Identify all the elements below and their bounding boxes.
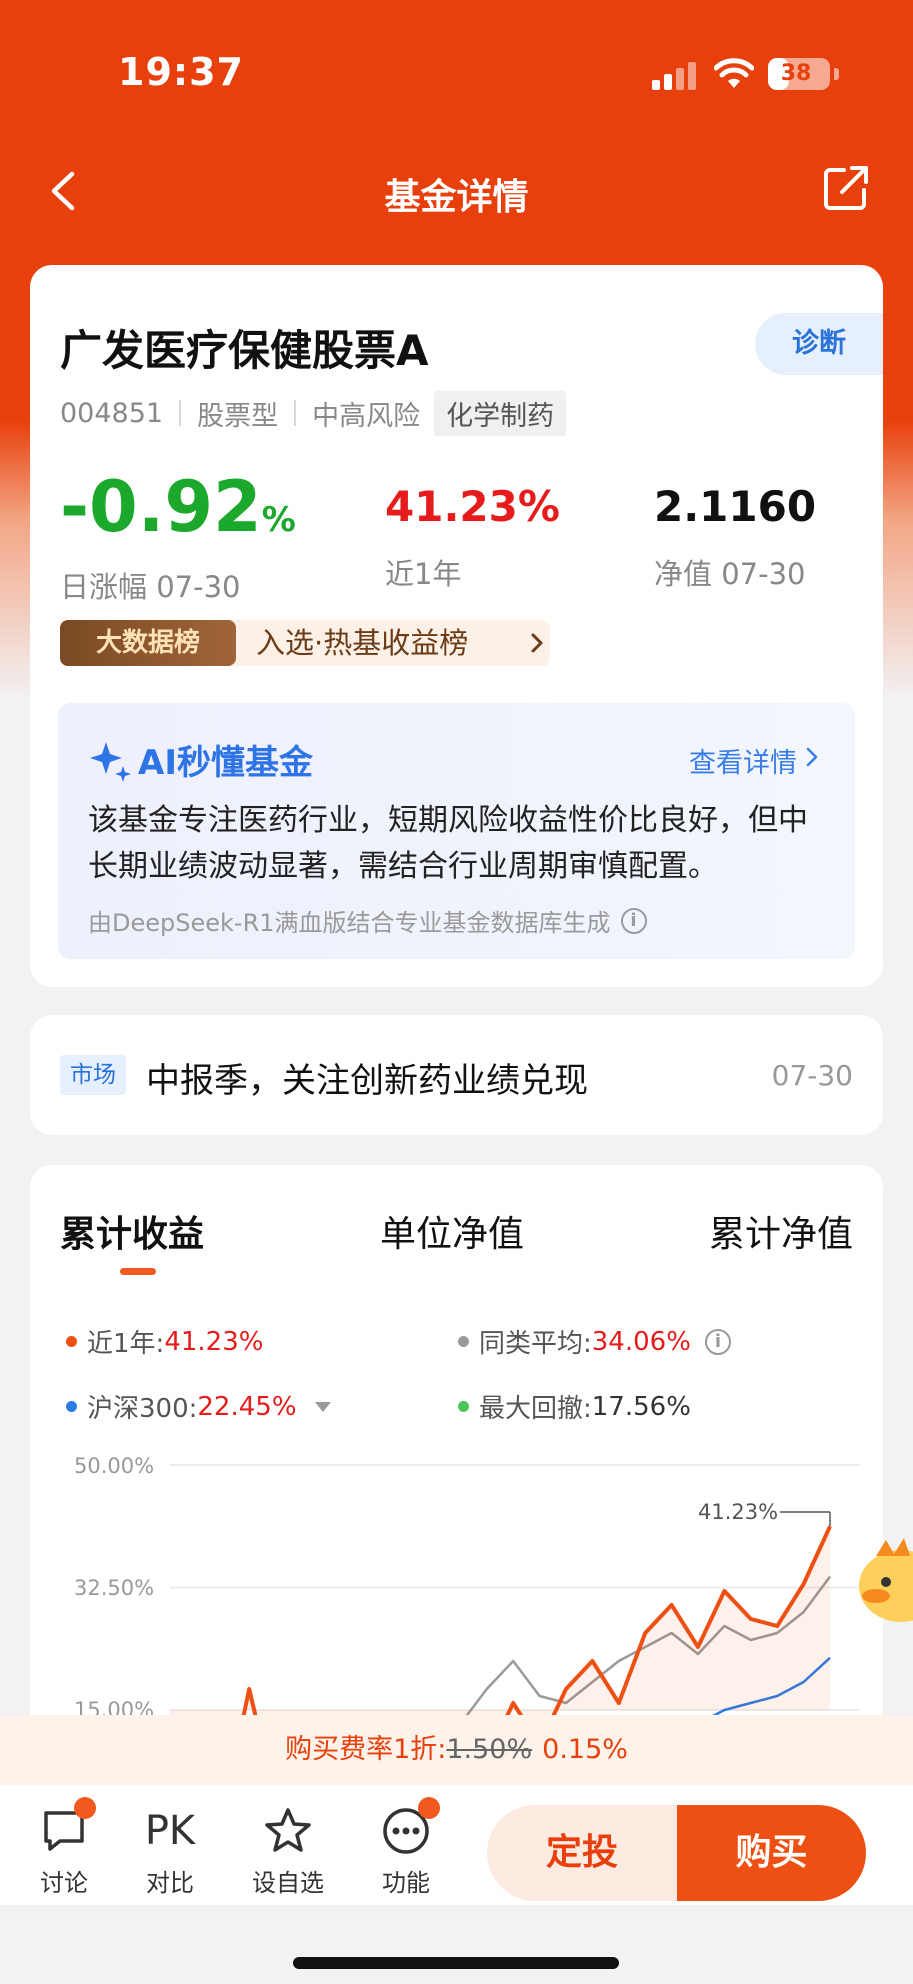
chevron-right-icon: [806, 747, 818, 767]
fund-type: 股票型: [197, 400, 279, 432]
series-area-fund: [170, 1526, 830, 1725]
status-bar: 19:37 38: [0, 0, 913, 150]
fund-risk: 中高风险: [312, 400, 421, 432]
fee-original: 1.50%: [446, 1734, 533, 1765]
legend-dot: [458, 1336, 469, 1347]
legend-drawdown-label: 最大回撤:: [479, 1394, 592, 1424]
chart-end-label: 41.23%: [698, 1500, 779, 1524]
legend-fund-value: 41.23%: [164, 1326, 264, 1357]
news-date: 07-30: [771, 1059, 853, 1092]
nav-label: 净值 07-30: [654, 557, 806, 591]
features-button[interactable]: 功能: [366, 1797, 446, 1898]
tab-unit-nav[interactable]: 单位净值: [380, 1205, 524, 1257]
year-return-label: 近1年: [385, 557, 462, 591]
ai-source-text: 由DeepSeek-R1满血版结合专业基金数据库生成: [88, 909, 611, 937]
wifi-icon: [714, 58, 754, 88]
tab-cumulative-return[interactable]: 累计收益: [60, 1205, 204, 1257]
features-label: 功能: [382, 1869, 430, 1897]
bottom-action-bar: 讨论 PK 对比 设自选 功能 定投 购买: [0, 1785, 913, 1905]
legend-dot: [66, 1336, 77, 1347]
nav-metric: 2.1160 净值 07-30: [654, 465, 816, 593]
auto-invest-button[interactable]: 定投: [487, 1805, 677, 1901]
news-headline: 中报季，关注创新药业绩兑现: [146, 1061, 588, 1101]
legend-peer: 同类平均: 34.06% i: [458, 1323, 731, 1360]
legend-dot: [66, 1401, 77, 1412]
share-icon[interactable]: [820, 162, 872, 214]
news-tag: 市场: [60, 1055, 126, 1095]
tab-cumulative-nav[interactable]: 累计净值: [709, 1205, 853, 1257]
mascot-icon[interactable]: [856, 1536, 913, 1626]
legend-drawdown: 最大回撤: 17.56%: [458, 1388, 691, 1425]
home-indicator: [293, 1957, 619, 1969]
y-tick: 32.50%: [74, 1576, 155, 1600]
add-watchlist-button[interactable]: 设自选: [248, 1805, 328, 1898]
add-watchlist-label: 设自选: [252, 1869, 324, 1897]
fee-prefix: 购买费率1折:: [285, 1734, 447, 1765]
ai-more-link[interactable]: 查看详情: [689, 741, 797, 780]
ai-title: AI秒懂基金: [88, 735, 313, 784]
daily-change-unit: %: [261, 500, 296, 540]
legend-index-label: 沪深300:: [87, 1394, 198, 1424]
info-icon[interactable]: i: [704, 1328, 731, 1355]
info-icon[interactable]: i: [620, 907, 647, 934]
y-tick: 50.00%: [74, 1454, 155, 1478]
chevron-right-icon: [531, 633, 543, 653]
pk-icon: PK: [144, 1808, 196, 1854]
rank-badge: 大数据榜: [60, 620, 236, 666]
ai-source: 由DeepSeek-R1满血版结合专业基金数据库生成 i: [88, 903, 647, 938]
daily-change-metric: -0.92% 日涨幅 07-30: [60, 465, 296, 606]
news-card[interactable]: 市场 中报季，关注创新药业绩兑现 07-30: [30, 1015, 883, 1135]
cellular-signal-icon: [652, 62, 698, 90]
daily-change-label: 日涨幅 07-30: [60, 570, 241, 604]
legend-drawdown-value: 17.56%: [591, 1391, 691, 1422]
legend-index[interactable]: 沪深300: 22.45%: [66, 1388, 331, 1425]
legend-peer-label: 同类平均:: [479, 1329, 592, 1359]
rank-text: 入选·热基收益榜: [256, 626, 469, 660]
year-return-metric: 41.23% 近1年: [385, 465, 560, 593]
year-return-value: 41.23%: [385, 482, 560, 531]
legend-fund: 近1年: 41.23%: [66, 1323, 263, 1360]
nav-value: 2.1160: [654, 482, 817, 531]
battery-percent: 38: [780, 61, 812, 86]
compare-button[interactable]: PK 对比: [130, 1805, 210, 1898]
battery-icon: 38: [768, 58, 830, 90]
page-title: 基金详情: [384, 177, 529, 218]
home-indicator-area: [0, 1905, 913, 1984]
active-tab-indicator: [120, 1268, 156, 1275]
status-time: 19:37: [118, 50, 244, 94]
diagnose-button[interactable]: 诊断: [755, 313, 883, 375]
discuss-label: 讨论: [40, 1869, 88, 1897]
sparkle-icon: [90, 741, 131, 782]
sector-tag[interactable]: 化学制药: [434, 390, 567, 436]
ai-description: 该基金专注医药行业，短期风险收益性价比良好，但中长期业绩波动显著，需结合行业周期…: [88, 803, 808, 884]
fund-meta: 004851 股票型 中高风险 化学制药: [60, 390, 567, 436]
legend-peer-value: 34.06%: [591, 1326, 691, 1357]
star-icon: [265, 1808, 311, 1852]
daily-change-value: -0.92: [60, 466, 262, 548]
divider: [294, 400, 297, 426]
buy-button[interactable]: 购买: [677, 1805, 866, 1901]
ai-summary-box: AI秒懂基金 查看详情 该基金专注医药行业，短期风险收益性价比良好，但中长期业绩…: [58, 703, 855, 959]
legend-fund-label: 近1年:: [87, 1329, 165, 1359]
fee-current: 0.15%: [542, 1734, 628, 1765]
notification-dot: [74, 1797, 96, 1819]
fund-code: 004851: [60, 397, 164, 429]
notification-dot: [418, 1797, 440, 1819]
discuss-button[interactable]: 讨论: [24, 1797, 104, 1898]
battery-tip: [834, 68, 839, 80]
compare-label: 对比: [146, 1869, 194, 1897]
nav-bar: 基金详情: [0, 150, 913, 230]
ai-title-text: AI秒懂基金: [138, 743, 313, 783]
legend-index-value: 22.45%: [197, 1391, 297, 1422]
fund-name: 广发医疗保健股票A: [60, 326, 429, 375]
performance-chart-card: 累计收益 单位净值 累计净值 近1年: 41.23% 同类平均: 34.06% …: [30, 1165, 883, 1725]
fee-bar: 购买费率1折:1.50% 0.15%: [0, 1715, 913, 1785]
legend-dot: [458, 1401, 469, 1412]
rank-banner[interactable]: 大数据榜 入选·热基收益榜: [60, 620, 550, 666]
divider: [179, 400, 182, 426]
fund-summary-card: 广发医疗保健股票A 诊断 004851 股票型 中高风险 化学制药 -0.92%…: [30, 265, 883, 987]
caret-down-icon[interactable]: [314, 1401, 331, 1412]
chart-svg: [170, 1464, 860, 1725]
line-chart[interactable]: 50.00% 32.50% 15.00% 41.23%: [30, 1450, 883, 1725]
